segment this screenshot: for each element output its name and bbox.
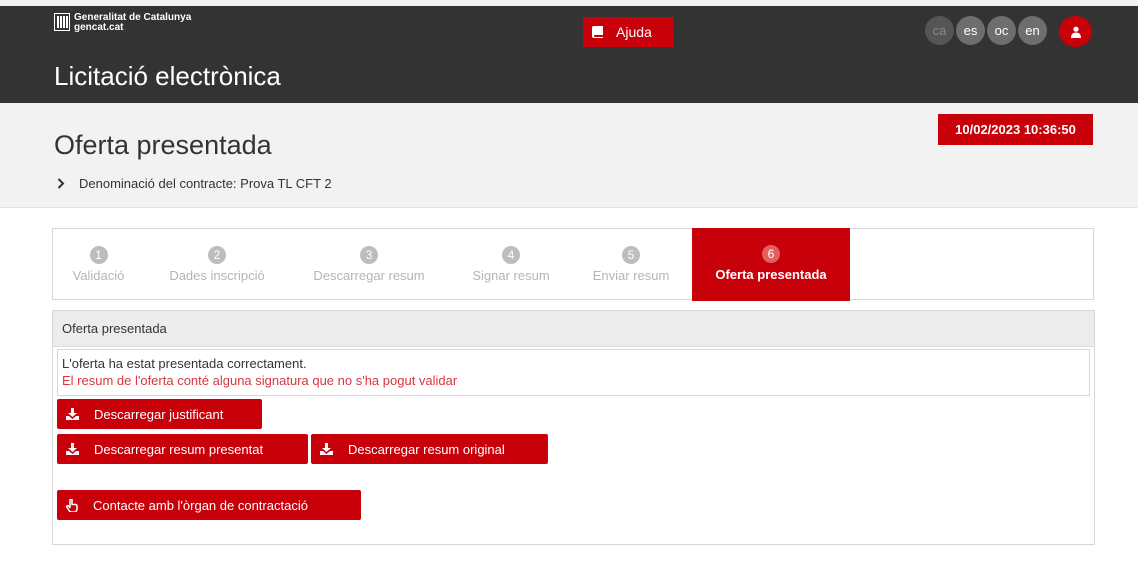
step-label: Dades inscripció: [169, 268, 265, 283]
top-header: Generalitat de Catalunya gencat.cat Ajud…: [0, 0, 1138, 103]
offer-panel: Oferta presentada L'oferta ha estat pres…: [52, 310, 1095, 545]
contact-label: Contacte amb l'òrgan de contractació: [93, 497, 308, 513]
lang-oc[interactable]: oc: [987, 16, 1016, 45]
download-submitted-summary-button[interactable]: Descarregar resum presentat: [57, 434, 308, 464]
message-box: L'oferta ha estat presentada correctamen…: [57, 349, 1090, 396]
steps-nav: 1 Validació 2 Dades inscripció 3 Descarr…: [52, 228, 1094, 301]
success-message: L'oferta ha estat presentada correctamen…: [62, 356, 307, 371]
step-number: 1: [89, 246, 108, 264]
download-icon: [66, 408, 79, 420]
step-download-summary: 3 Descarregar resum: [299, 229, 439, 300]
language-selector: ca es oc en: [925, 16, 1049, 45]
step-offer-submitted: 6 Oferta presentada: [692, 228, 850, 301]
lang-ca[interactable]: ca: [925, 16, 954, 45]
help-button[interactable]: Ajuda: [583, 17, 674, 47]
download-original-label: Descarregar resum original: [348, 441, 505, 457]
datetime-badge: 10/02/2023 10:36:50: [938, 114, 1093, 145]
step-number: 5: [622, 246, 640, 264]
step-label: Descarregar resum: [313, 268, 425, 283]
step-number: 4: [502, 246, 520, 264]
step-label: Enviar resum: [592, 268, 670, 283]
breadcrumb-label: Denominació del contracte: Prova TL CFT …: [79, 176, 332, 191]
user-button[interactable]: [1059, 16, 1092, 47]
contact-contracting-body-button[interactable]: Contacte amb l'òrgan de contractació: [57, 490, 361, 520]
step-validation: 1 Validació: [65, 229, 132, 300]
step-number: 6: [762, 245, 780, 263]
warning-message: El resum de l'oferta conté alguna signat…: [62, 373, 458, 388]
download-submitted-label: Descarregar resum presentat: [94, 441, 264, 457]
hand-pointer-icon: [66, 498, 78, 512]
help-label: Ajuda: [616, 24, 652, 40]
breadcrumb[interactable]: Denominació del contracte: Prova TL CFT …: [57, 176, 332, 191]
brand-domain: gencat.cat: [74, 22, 124, 33]
step-number: 2: [208, 246, 226, 264]
step-label: Oferta presentada: [715, 267, 827, 282]
step-label: Validació: [72, 268, 125, 283]
chevron-right-icon: [57, 178, 65, 189]
step-send-summary: 5 Enviar resum: [583, 229, 679, 300]
step-label: Signar resum: [472, 268, 550, 283]
step-number: 3: [360, 246, 378, 264]
book-icon: [592, 26, 603, 38]
page-title: Oferta presentada: [54, 130, 272, 160]
lang-es[interactable]: es: [956, 16, 985, 45]
step-sign-summary: 4 Signar resum: [463, 229, 559, 300]
download-receipt-label: Descarregar justificant: [94, 406, 224, 422]
download-original-summary-button[interactable]: Descarregar resum original: [311, 434, 548, 464]
generalitat-emblem-icon: [54, 13, 70, 31]
step-registration-data: 2 Dades inscripció: [157, 229, 277, 300]
download-icon: [320, 443, 333, 455]
app-title: Licitació electrònica: [54, 61, 281, 91]
download-receipt-button[interactable]: Descarregar justificant: [57, 399, 262, 429]
generalitat-logo[interactable]: Generalitat de Catalunya gencat.cat: [54, 13, 191, 33]
user-icon: [1070, 26, 1081, 38]
lang-en[interactable]: en: [1018, 16, 1047, 45]
download-icon: [66, 443, 79, 455]
panel-title: Oferta presentada: [53, 311, 1094, 347]
